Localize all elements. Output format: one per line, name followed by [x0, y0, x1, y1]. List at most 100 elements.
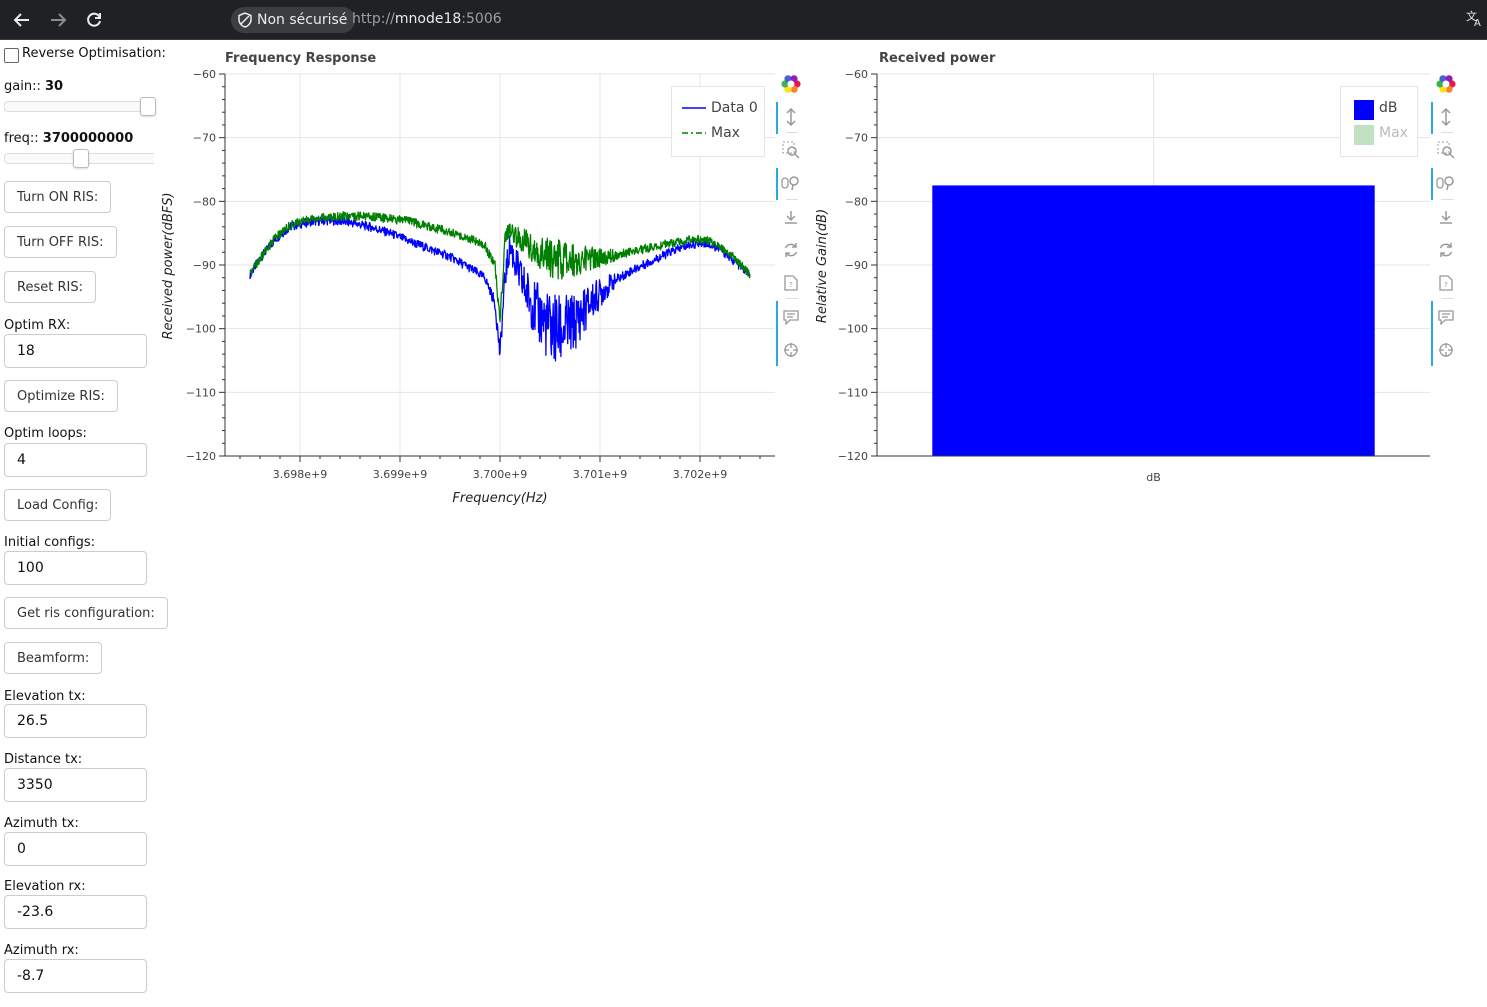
security-label: Non sécurisé [257, 12, 348, 28]
elevation-rx-label: Elevation rx: [4, 879, 86, 894]
slider-handle[interactable] [140, 97, 156, 116]
y-axis-label: Received power(dBFS) [161, 192, 176, 339]
y-tick-label: −70 [193, 132, 216, 145]
reverse-optimisation-checkbox[interactable] [4, 48, 19, 63]
active-tool-indicator [776, 301, 778, 366]
wheel-zoom-icon[interactable] [776, 170, 806, 196]
legend-swatch-db [1354, 100, 1374, 120]
toolbar-separator [1441, 132, 1453, 133]
slider-track [4, 101, 154, 112]
optimize-ris-button[interactable]: Optimize RIS: [4, 380, 118, 412]
elevation-tx-input[interactable]: 26.5 [4, 704, 147, 738]
browser-toolbar: Non sécurisé http://mnode18:5006 文A [0, 0, 1487, 40]
y-tick-label: −60 [845, 68, 868, 81]
url-scheme: http:// [352, 11, 395, 27]
azimuth-rx-input[interactable]: -8.7 [4, 959, 147, 993]
y-tick-label: −100 [186, 323, 216, 336]
hover-icon[interactable] [776, 304, 806, 330]
wheel-zoom-icon[interactable] [1431, 170, 1461, 196]
x-tick-label: 3.698e+9 [273, 468, 327, 481]
optim-loops-label: Optim loops: [4, 426, 87, 441]
gain-slider[interactable] [4, 97, 156, 117]
elevation-rx-input[interactable]: -23.6 [4, 895, 147, 929]
distance-tx-input[interactable]: 3350 [4, 768, 147, 802]
y-tick-label: −70 [845, 132, 868, 145]
freq-value: 3700000000 [42, 131, 134, 146]
back-arrow-icon[interactable] [9, 7, 35, 33]
crosshair-icon[interactable] [1431, 337, 1461, 363]
y-tick-label: −80 [193, 195, 216, 208]
y-axis-label: Relative Gain(dB) [815, 209, 830, 323]
svg-text:?: ? [1444, 281, 1448, 289]
azimuth-tx-input[interactable]: 0 [4, 832, 147, 866]
box-zoom-icon[interactable] [776, 137, 806, 163]
forward-arrow-icon[interactable] [45, 7, 71, 33]
load-config-button[interactable]: Load Config: [4, 489, 112, 521]
reverse-optimisation-label: Reverse Optimisation: [22, 46, 166, 61]
y-tick-label: −90 [845, 259, 868, 272]
toolbar-separator [786, 132, 798, 133]
y-tick-label: −90 [193, 259, 216, 272]
bokeh-logo-icon [776, 71, 806, 97]
gain-value: 30 [44, 79, 64, 94]
x-tick-label: 3.700e+9 [473, 468, 527, 481]
pan-icon[interactable] [776, 104, 806, 130]
active-tool-indicator [1431, 102, 1433, 134]
slider-handle[interactable] [73, 149, 89, 168]
active-tool-indicator [776, 102, 778, 134]
crosshair-icon[interactable] [776, 337, 806, 363]
received-power-legend[interactable]: dB Max [1340, 86, 1418, 157]
active-tool-indicator [776, 168, 778, 200]
active-tool-indicator [1431, 301, 1433, 366]
y-tick-label: −110 [186, 386, 216, 399]
shield-warning-icon [238, 12, 252, 28]
y-tick-label: −60 [193, 68, 216, 81]
url-port: :5006 [461, 11, 502, 27]
help-icon[interactable]: ? [776, 270, 806, 296]
toolbar-separator [1441, 298, 1453, 299]
optim-loops-input[interactable]: 4 [4, 443, 147, 477]
reload-icon[interactable] [81, 7, 107, 33]
legend-swatch-max [1354, 125, 1374, 145]
y-tick-label: −100 [838, 323, 868, 336]
y-tick-label: −120 [186, 450, 216, 463]
reset-icon[interactable] [776, 237, 806, 263]
y-tick-label: −110 [838, 386, 868, 399]
distance-tx-label: Distance tx: [4, 752, 83, 767]
y-tick-label: −80 [845, 195, 868, 208]
elevation-tx-label: Elevation tx: [4, 689, 86, 704]
security-chip[interactable]: Non sécurisé [231, 7, 356, 33]
bokeh-logo-icon [1431, 71, 1461, 97]
hover-icon[interactable] [1431, 304, 1461, 330]
reset-icon[interactable] [1431, 237, 1461, 263]
toolbar-separator [786, 298, 798, 299]
received-power-title: Received power [879, 51, 996, 66]
initial-configs-label: Initial configs: [4, 535, 96, 550]
reset-ris-button[interactable]: Reset RIS: [4, 271, 96, 303]
pan-icon[interactable] [1431, 104, 1461, 130]
turn-on-ris-button[interactable]: Turn ON RIS: [4, 181, 112, 213]
azimuth-tx-label: Azimuth tx: [4, 816, 79, 831]
beamform-button[interactable]: Beamform: [4, 642, 103, 674]
x-axis-label: Frequency(Hz) [452, 491, 547, 506]
x-tick-label: 3.702e+9 [673, 468, 727, 481]
save-icon[interactable] [776, 204, 806, 230]
bar-db [932, 185, 1375, 456]
y-tick-label: −120 [838, 450, 868, 463]
freq-slider[interactable] [4, 149, 154, 169]
azimuth-rx-label: Azimuth rx: [4, 943, 79, 958]
optim-rx-input[interactable]: 18 [4, 334, 147, 368]
help-icon[interactable]: ? [1431, 270, 1461, 296]
turn-off-ris-button[interactable]: Turn OFF RIS: [4, 226, 117, 258]
freq-label: freq:: 3700000000 [4, 131, 134, 146]
toolbar-separator [786, 199, 798, 200]
frequency-response-legend[interactable]: Data 0 Max [671, 86, 765, 157]
initial-configs-input[interactable]: 100 [4, 551, 147, 585]
x-tick-label: 3.701e+9 [573, 468, 627, 481]
save-icon[interactable] [1431, 204, 1461, 230]
gain-label: gain:: 30 [4, 79, 64, 94]
get-ris-configuration-button[interactable]: Get ris configuration: [4, 597, 168, 629]
translate-icon[interactable]: 文A [1465, 9, 1483, 31]
box-zoom-icon[interactable] [1431, 137, 1461, 163]
address-bar[interactable]: http://mnode18:5006 [352, 11, 502, 27]
